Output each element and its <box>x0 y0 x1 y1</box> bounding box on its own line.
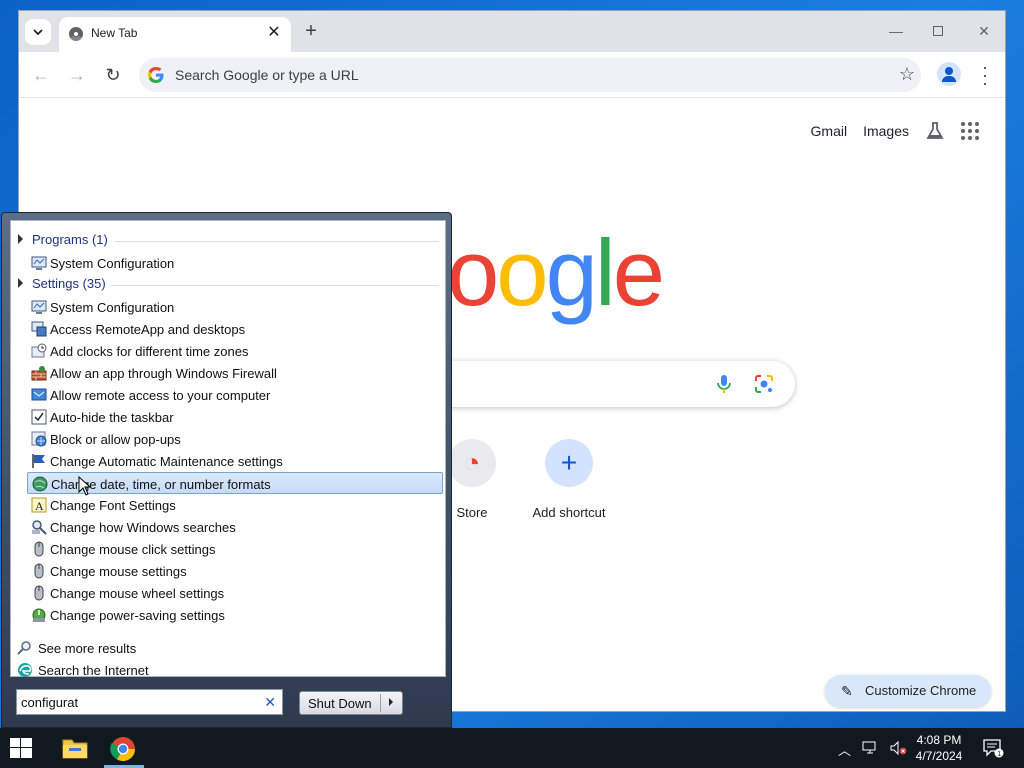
result-item[interactable]: Access RemoteApp and desktops <box>27 318 443 340</box>
volume-muted-icon[interactable] <box>889 740 907 756</box>
notification-center-icon[interactable]: 1 <box>982 738 1004 758</box>
result-item[interactable]: Change mouse click settings <box>27 538 443 560</box>
notification-count: 1 <box>997 751 1001 758</box>
shut-down-label: Shut Down <box>308 696 372 711</box>
result-item[interactable]: Change how Windows searches <box>27 516 443 538</box>
flag-icon <box>32 454 45 468</box>
gmail-link[interactable]: Gmail <box>811 123 848 139</box>
google-g-icon <box>148 67 164 83</box>
region-icon <box>32 476 48 492</box>
omnibox[interactable]: Search Google or type a URL ☆ <box>139 58 921 92</box>
plus-icon: + <box>545 439 593 487</box>
images-link[interactable]: Images <box>863 123 909 139</box>
close-window-button[interactable]: ✕ <box>969 19 999 43</box>
store-icon: ◔ <box>448 439 496 487</box>
search-results-pane: Programs (1) System Configuration Settin… <box>10 220 446 678</box>
voice-search-icon[interactable] <box>713 373 735 395</box>
result-item[interactable]: System Configuration <box>27 296 443 318</box>
start-search-box[interactable]: ✕ <box>16 689 283 715</box>
windows-start-icon[interactable] <box>10 738 32 758</box>
mouse-pointer-icon <box>78 476 92 496</box>
start-menu: Programs (1) System Configuration Settin… <box>1 212 452 728</box>
clock-icon <box>31 343 47 358</box>
remoteapp-icon <box>31 321 47 337</box>
tab-strip: New Tab ✕ + — ✕ <box>19 11 1005 52</box>
customize-label: Customize Chrome <box>865 683 977 698</box>
chrome-favicon-icon <box>69 27 83 41</box>
clear-search-icon[interactable]: ✕ <box>264 694 276 711</box>
system-clock[interactable]: 4:08 PM 4/7/2024 <box>912 732 966 764</box>
customize-chrome-button[interactable]: ✎ Customize Chrome <box>825 675 991 707</box>
show-hidden-icons-icon[interactable]: ︿ <box>838 740 851 759</box>
pencil-icon: ✎ <box>841 683 853 699</box>
file-explorer-icon[interactable] <box>60 734 90 762</box>
font-icon: A <box>31 497 47 513</box>
close-tab-icon[interactable]: ✕ <box>265 23 283 43</box>
result-item[interactable]: System Configuration <box>27 252 443 274</box>
minimize-button[interactable]: — <box>881 19 911 43</box>
forward-button[interactable]: → <box>65 63 89 87</box>
mouse-icon <box>34 585 44 601</box>
shut-down-button[interactable]: Shut Down <box>299 691 403 715</box>
tab-title: New Tab <box>91 26 138 40</box>
browser-toolbar: ← → ↻ Search Google or type a URL ☆ · · · <box>19 52 1005 98</box>
indexing-icon <box>32 520 47 535</box>
chevron-down-icon <box>33 29 43 36</box>
group-header-settings[interactable]: Settings (35) <box>11 274 445 294</box>
shortcut-label: Add shortcut <box>532 505 606 520</box>
clock-time: 4:08 PM <box>916 733 962 747</box>
chrome-menu-icon[interactable]: · · · <box>977 58 993 92</box>
firewall-icon <box>31 366 47 381</box>
msconfig-icon <box>31 256 47 270</box>
result-item[interactable]: Change mouse settings <box>27 560 443 582</box>
result-item[interactable]: Allow an app through Windows Firewall <box>27 362 443 384</box>
result-item[interactable]: Add clocks for different time zones <box>27 340 443 362</box>
tab-search-button[interactable] <box>25 19 51 45</box>
shortcut-add[interactable]: + Add shortcut <box>524 439 614 520</box>
edge-icon <box>18 663 32 677</box>
google-lens-icon[interactable] <box>753 373 775 395</box>
mouse-icon <box>34 541 44 557</box>
network-icon[interactable] <box>861 740 879 756</box>
result-item[interactable]: Change mouse wheel settings <box>27 582 443 604</box>
result-item[interactable]: Allow remote access to your computer <box>27 384 443 406</box>
result-item[interactable]: Change power-saving settings <box>27 604 443 626</box>
taskbar-icon <box>31 409 47 425</box>
bookmark-star-icon[interactable]: ☆ <box>899 64 915 85</box>
internet-options-icon <box>31 431 47 447</box>
mouse-icon <box>34 563 44 579</box>
google-apps-icon[interactable] <box>961 122 979 140</box>
back-button[interactable]: ← <box>29 63 53 87</box>
msconfig-icon <box>31 300 47 314</box>
remote-access-icon <box>31 388 47 401</box>
search-icon <box>17 641 31 655</box>
taskbar: ︿ 4:08 PM 4/7/2024 1 <box>0 728 1024 768</box>
labs-flask-icon[interactable] <box>925 121 945 141</box>
maximize-icon <box>933 26 943 36</box>
expand-arrow-icon <box>18 234 23 244</box>
result-item[interactable]: A Change Font Settings <box>27 494 443 516</box>
start-search-input[interactable] <box>21 693 255 711</box>
power-icon <box>32 608 46 622</box>
shortcut-label: Store <box>456 505 488 520</box>
group-header-programs[interactable]: Programs (1) <box>11 230 445 250</box>
clock-date: 4/7/2024 <box>915 749 963 763</box>
result-item[interactable]: Block or allow pop-ups <box>27 428 443 450</box>
omnibox-placeholder: Search Google or type a URL <box>175 67 359 83</box>
result-item[interactable]: Change Automatic Maintenance settings <box>27 450 443 472</box>
google-logo: oogle <box>447 220 665 325</box>
expand-arrow-icon <box>18 278 23 288</box>
profile-avatar-icon[interactable] <box>937 62 961 86</box>
reload-button[interactable]: ↻ <box>101 63 125 87</box>
maximize-button[interactable] <box>923 19 953 43</box>
top-links: Gmail Images <box>811 121 979 141</box>
new-tab-button[interactable]: + <box>299 20 323 44</box>
shutdown-options-arrow-icon[interactable] <box>389 698 393 706</box>
tab-new-tab[interactable]: New Tab ✕ <box>59 17 291 52</box>
svg-text:A: A <box>35 499 44 513</box>
chrome-taskbar-icon[interactable] <box>108 734 138 764</box>
result-item[interactable]: Auto-hide the taskbar <box>27 406 443 428</box>
system-tray: ︿ <box>838 740 907 759</box>
